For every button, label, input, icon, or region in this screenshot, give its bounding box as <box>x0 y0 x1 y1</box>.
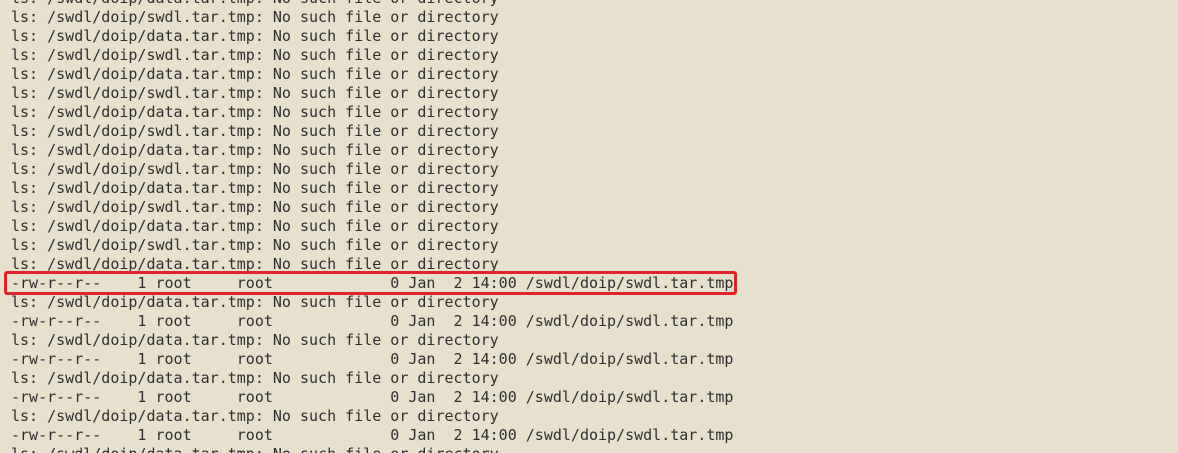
terminal-line: ls: /swdl/doip/data.tar.tmp: No such fil… <box>11 445 733 453</box>
terminal-line: ls: /swdl/doip/data.tar.tmp: No such fil… <box>11 0 733 8</box>
terminal-line: ls: /swdl/doip/data.tar.tmp: No such fil… <box>11 27 499 45</box>
terminal-line: ls: /swdl/doip/swdl.tar.tmp: No such fil… <box>11 198 499 216</box>
terminal-line: ls: /swdl/doip/data.tar.tmp: No such fil… <box>11 217 499 235</box>
terminal-line: ls: /swdl/doip/data.tar.tmp: No such fil… <box>11 179 499 197</box>
terminal-line: -rw-r--r-- 1 root root 0 Jan 2 14:00 /sw… <box>11 388 734 406</box>
terminal-line: -rw-r--r-- 1 root root 0 Jan 2 14:00 /sw… <box>11 312 734 330</box>
terminal-output[interactable]: ls: /swdl/doip/data.tar.tmp: No such fil… <box>0 0 1178 453</box>
terminal-line: ls: /swdl/doip/data.tar.tmp: No such fil… <box>11 103 499 121</box>
terminal-line: ls: /swdl/doip/data.tar.tmp: No such fil… <box>11 141 499 159</box>
terminal-line: ls: /swdl/doip/swdl.tar.tmp: No such fil… <box>11 8 499 26</box>
terminal-line: ls: /swdl/doip/data.tar.tmp: No such fil… <box>11 331 499 349</box>
terminal-line: ls: /swdl/doip/swdl.tar.tmp: No such fil… <box>11 122 499 140</box>
terminal-line: -rw-r--r-- 1 root root 0 Jan 2 14:00 /sw… <box>11 350 734 368</box>
terminal-line: ls: /swdl/doip/data.tar.tmp: No such fil… <box>11 255 499 273</box>
terminal-line: ls: /swdl/doip/swdl.tar.tmp: No such fil… <box>11 236 499 254</box>
terminal-line: ls: /swdl/doip/data.tar.tmp: No such fil… <box>11 369 499 387</box>
terminal-line: ls: /swdl/doip/swdl.tar.tmp: No such fil… <box>11 84 499 102</box>
terminal-lines: ls: /swdl/doip/data.tar.tmp: No such fil… <box>11 0 733 453</box>
terminal-line: ls: /swdl/doip/data.tar.tmp: No such fil… <box>11 293 499 311</box>
terminal-line: -rw-r--r-- 1 root root 0 Jan 2 14:00 /sw… <box>11 426 734 444</box>
terminal-line: ls: /swdl/doip/data.tar.tmp: No such fil… <box>11 407 499 425</box>
terminal-line: ls: /swdl/doip/swdl.tar.tmp: No such fil… <box>11 46 499 64</box>
terminal-line: ls: /swdl/doip/swdl.tar.tmp: No such fil… <box>11 160 499 178</box>
terminal-line: ls: /swdl/doip/data.tar.tmp: No such fil… <box>11 65 499 83</box>
terminal-line-highlighted: -rw-r--r-- 1 root root 0 Jan 2 14:00 /sw… <box>11 274 734 292</box>
